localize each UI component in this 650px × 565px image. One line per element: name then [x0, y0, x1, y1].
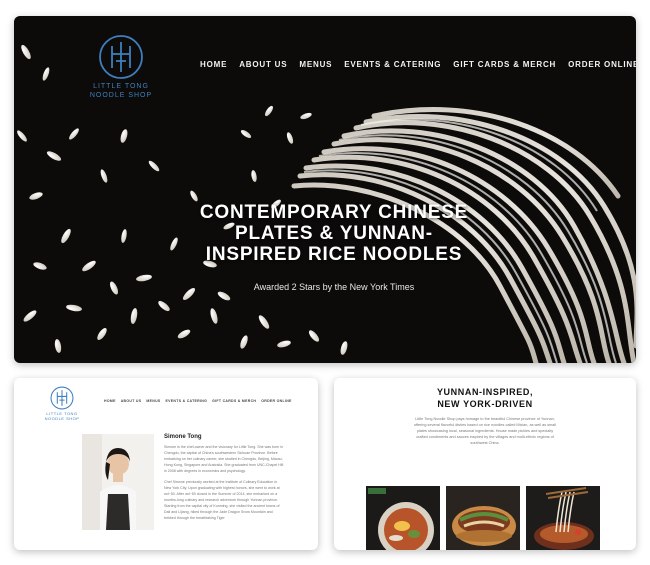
chef-photo: [82, 434, 154, 530]
dish-photo-noodles: [526, 486, 600, 550]
bio-paragraph-2: Chef Simone previously worked at the Ins…: [164, 480, 280, 520]
nav-home[interactable]: HOME: [200, 60, 227, 69]
nav-events-catering[interactable]: EVENTS & CATERING: [344, 60, 441, 69]
hero-screenshot: LITTLE TONG NOODLE SHOP HOME ABOUT US ME…: [14, 16, 636, 363]
logo-wordmark: LITTLE TONG NOODLE SHOP: [40, 411, 84, 421]
nav-menus[interactable]: MENUS: [146, 399, 160, 403]
little-tong-logo-icon[interactable]: [50, 386, 74, 410]
bio-paragraph-1: Simone is the chef-owner and the visiona…: [164, 445, 284, 473]
logo-line-1: LITTLE TONG: [93, 83, 149, 90]
logo-line-2: NOODLE SHOP: [89, 92, 153, 99]
little-tong-logo-icon[interactable]: [98, 34, 144, 80]
nav-home[interactable]: HOME: [104, 399, 116, 403]
logo-wordmark: LITTLE TONG NOODLE SHOP: [82, 82, 160, 100]
main-nav: HOME ABOUT US MENUS EVENTS & CATERING GI…: [200, 60, 636, 69]
nav-gift-cards-merch[interactable]: GIFT CARDS & MERCH: [212, 399, 256, 403]
intro-screenshot: YUNNAN-INSPIRED, NEW YORK-DRIVEN Little …: [334, 378, 636, 550]
dish-photo-sandwich: [446, 486, 520, 550]
chef-name: Simone Tong: [164, 434, 202, 440]
hero-subheadline: Awarded 2 Stars by the New York Times: [253, 282, 415, 292]
nav-about-us[interactable]: ABOUT US: [239, 60, 287, 69]
nav-gift-cards-merch[interactable]: GIFT CARDS & MERCH: [453, 60, 556, 69]
nav-order-online[interactable]: ORDER ONLINE: [261, 399, 291, 403]
nav-order-online[interactable]: ORDER ONLINE: [568, 60, 636, 69]
nav-about-us[interactable]: ABOUT US: [121, 399, 142, 403]
chef-bio: Simone is the chef-owner and the visiona…: [164, 444, 284, 526]
about-us-screenshot: LITTLE TONG NOODLE SHOP HOME ABOUT US ME…: [14, 378, 318, 550]
about-nav: HOME ABOUT US MENUS EVENTS & CATERING GI…: [104, 399, 292, 403]
hero-headline: CONTEMPORARY CHINESE PLATES & YUNNAN- IN…: [199, 202, 469, 265]
intro-text: Little Tong Noodle Shop pays homage to t…: [413, 417, 557, 445]
dish-photo-soup: [366, 486, 440, 550]
nav-menus[interactable]: MENUS: [299, 60, 332, 69]
intro-title: YUNNAN-INSPIRED, NEW YORK-DRIVEN: [436, 387, 534, 409]
nav-events-catering[interactable]: EVENTS & CATERING: [166, 399, 208, 403]
logo-line-2: NOODLE SHOP: [44, 416, 80, 421]
